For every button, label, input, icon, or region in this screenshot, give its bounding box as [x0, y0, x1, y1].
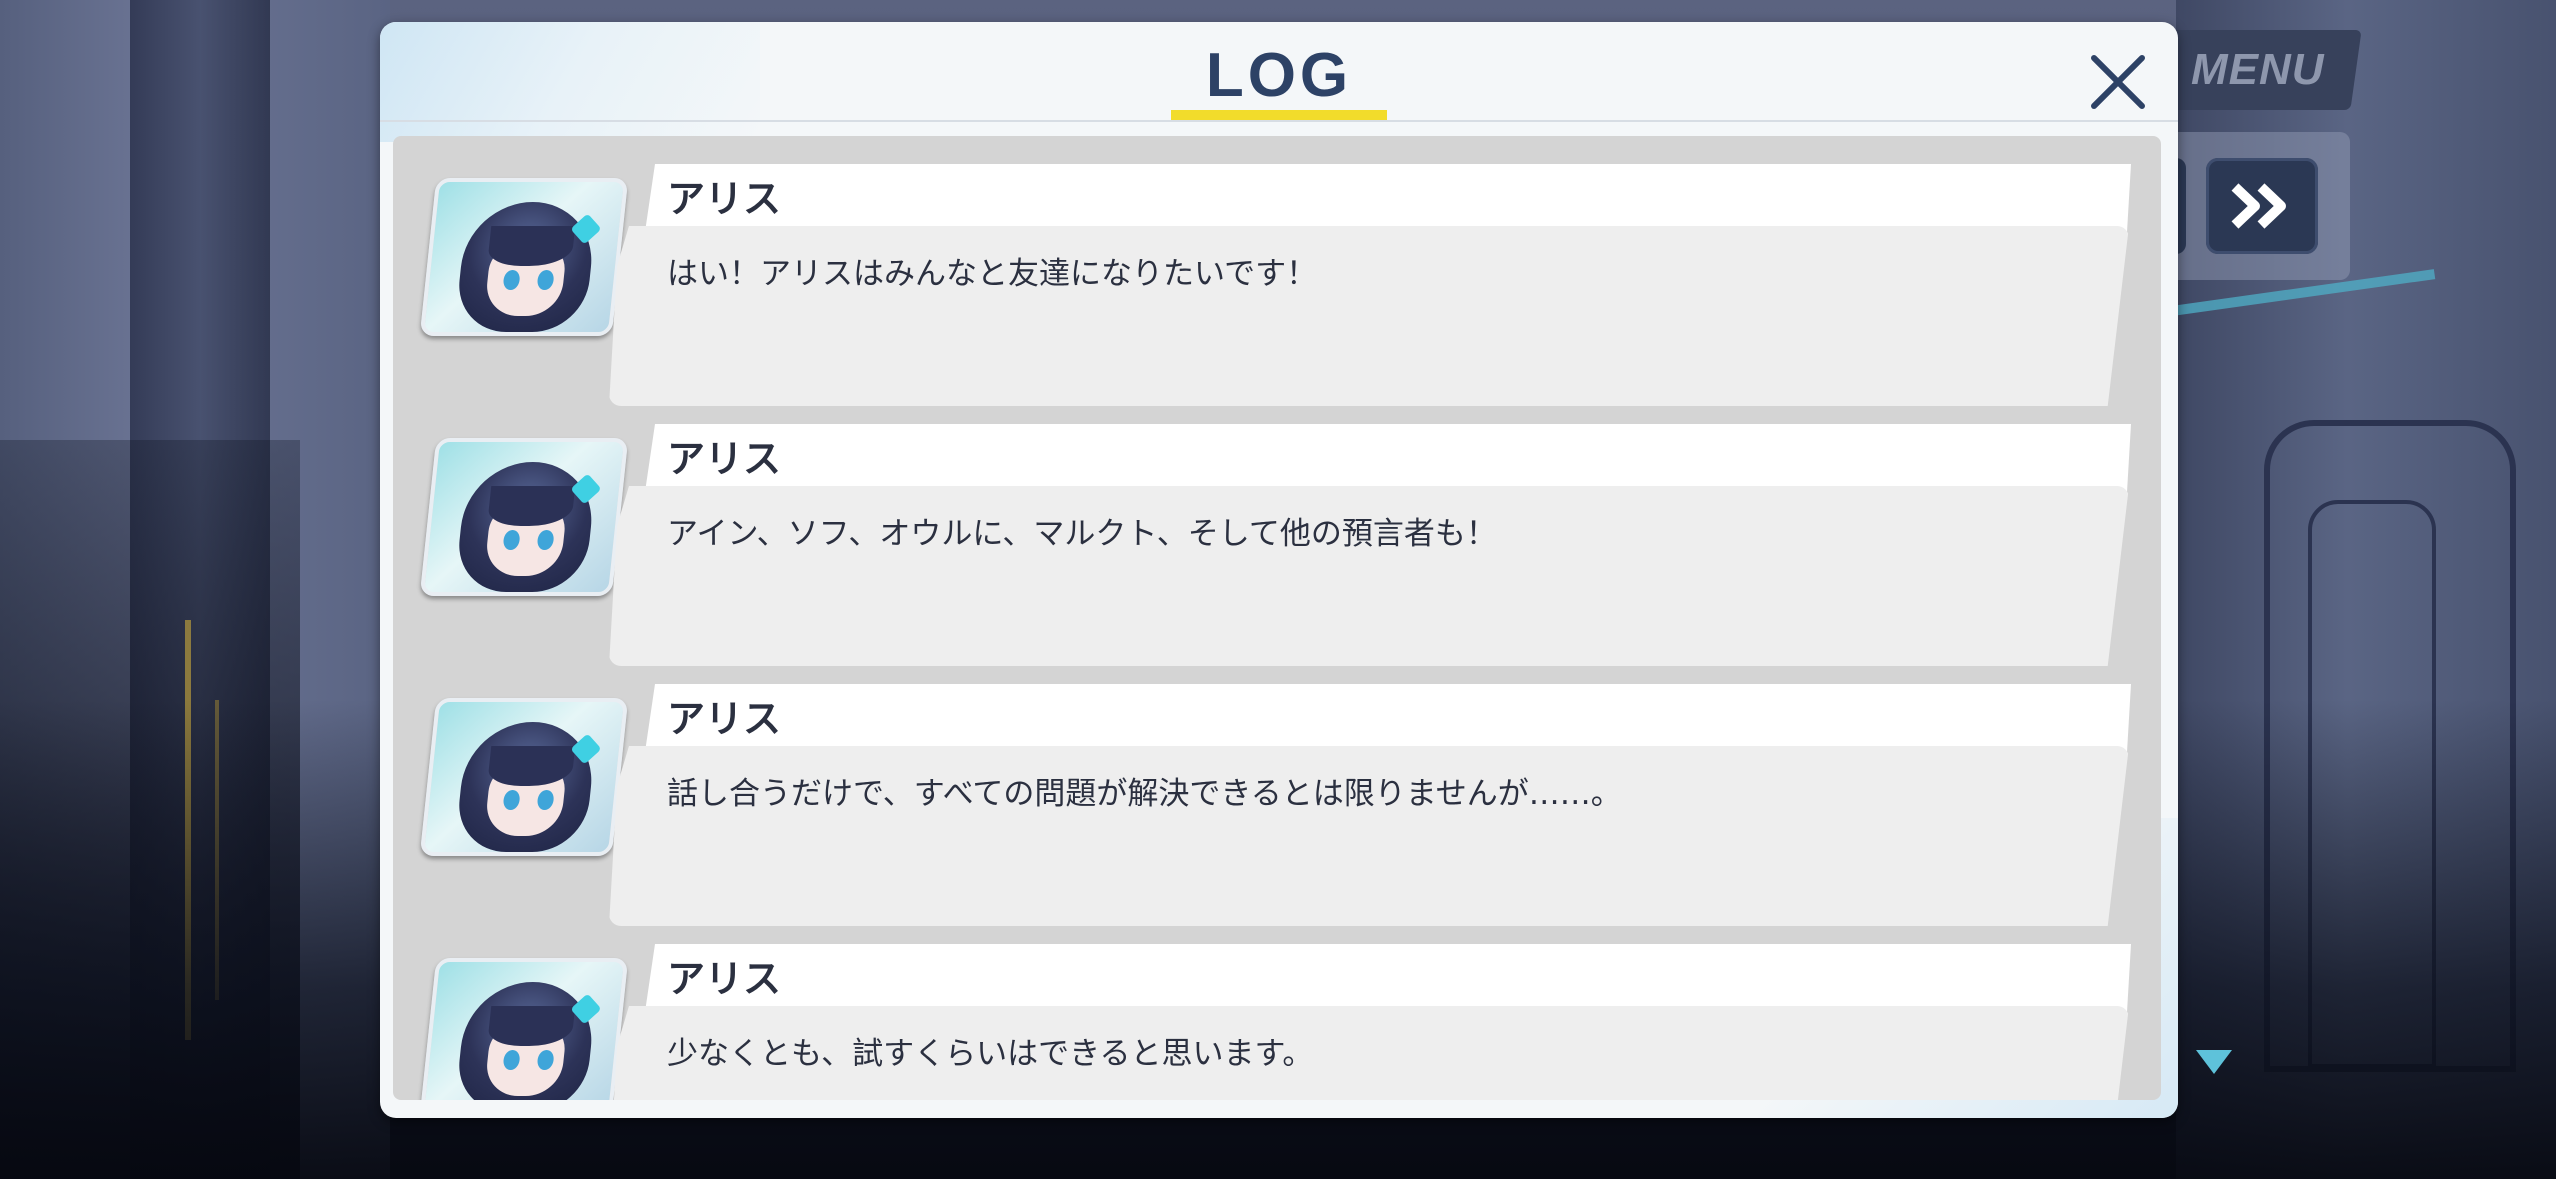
close-button[interactable] — [2078, 42, 2158, 122]
header-divider — [380, 120, 2178, 122]
character-portrait[interactable] — [419, 958, 629, 1100]
menu-label: MENU — [2191, 45, 2325, 94]
message-text: 少なくとも、試すくらいはできると思います。 — [667, 1036, 1314, 1072]
log-title: LOG — [1205, 41, 1353, 110]
log-entry: アリス アイン、ソフ、オウルに、マルクト、そして他の預言者も！ — [393, 424, 2161, 672]
character-portrait[interactable] — [419, 438, 629, 596]
character-portrait[interactable] — [419, 698, 629, 856]
close-icon — [2091, 55, 2145, 109]
speaker-tab — [645, 164, 2131, 232]
speaker-name: アリス — [667, 177, 782, 221]
message-text: はい！アリスはみんなと友達になりたいです！ — [667, 256, 1318, 292]
fast-forward-icon — [2231, 183, 2286, 229]
message-text: 話し合うだけで、すべての問題が解決できるとは限りませんが……。 — [667, 776, 1622, 812]
speaker-name: アリス — [667, 437, 782, 481]
speaker-tab — [645, 424, 2131, 492]
message-text: アイン、ソフ、オウルに、マルクト、そして他の預言者も！ — [667, 516, 1497, 552]
character-portrait[interactable] — [419, 178, 629, 336]
fast-forward-button[interactable] — [2206, 158, 2318, 254]
speaker-tab — [645, 944, 2131, 1012]
log-modal: LOG アリス はい！アリスはみんなと友達になりたいです！ アリス アイン、ソフ… — [380, 22, 2178, 1118]
log-entry: アリス 話し合うだけで、すべての問題が解決できるとは限りませんが……。 — [393, 684, 2161, 932]
speaker-name: アリス — [667, 957, 782, 1001]
speaker-name: アリス — [667, 697, 782, 741]
title-underline — [1171, 110, 1387, 120]
log-scroll-area[interactable]: アリス はい！アリスはみんなと友達になりたいです！ アリス アイン、ソフ、オウル… — [393, 136, 2161, 1100]
triangle-down-icon — [2196, 1050, 2232, 1074]
log-entry: アリス はい！アリスはみんなと友達になりたいです！ — [393, 164, 2161, 412]
log-entry: アリス 少なくとも、試すくらいはできると思います。 — [393, 944, 2161, 1100]
menu-button[interactable]: MENU — [2154, 30, 2362, 110]
speaker-tab — [645, 684, 2131, 752]
